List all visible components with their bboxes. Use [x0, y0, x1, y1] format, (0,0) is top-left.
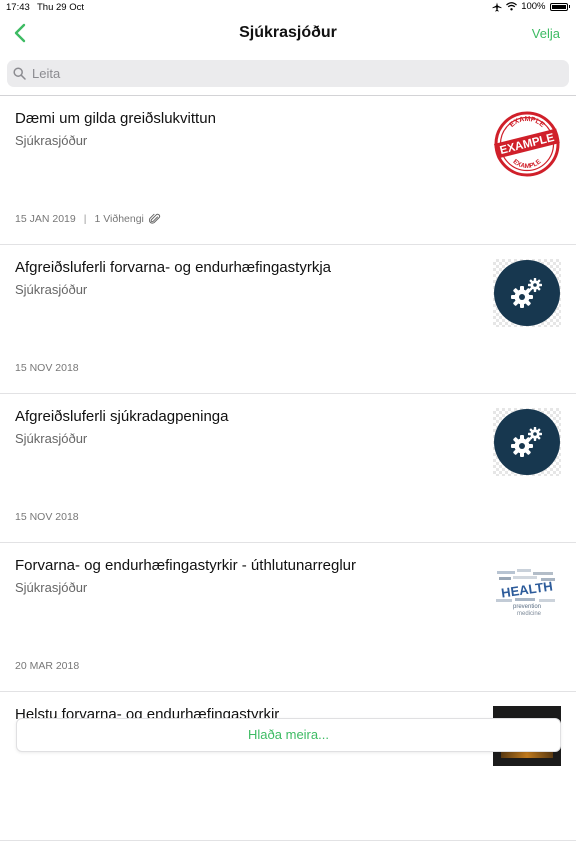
item-meta: 15 NOV 2018 [15, 362, 79, 374]
gears-icon [494, 260, 560, 326]
status-bar: 17:43 Thu 29 Oct 100% [0, 0, 576, 16]
health-word-cloud-image: HEALTH prevention medicine [496, 569, 555, 617]
item-title: Forvarna- og endurhæfingastyrkir - úthlu… [15, 557, 356, 574]
item-meta: 15 NOV 2018 [15, 511, 79, 523]
word-cloud-line-3: medicine [517, 611, 542, 617]
list-item[interactable]: Dæmi um gilda greiðslukvittun Sjúkrasjóð… [0, 96, 576, 245]
gears-icon [494, 409, 560, 475]
svg-text:EXAMPLE: EXAMPLE [508, 116, 545, 129]
example-stamp-image: EXAMPLE EXAMPLE EXAMPLE [494, 111, 560, 177]
search-bar[interactable] [7, 60, 569, 87]
select-button[interactable]: Velja [532, 26, 560, 41]
stamp-arc-top: EXAMPLE [508, 116, 545, 129]
item-thumbnail: EXAMPLE EXAMPLE EXAMPLE [493, 110, 561, 178]
item-thumbnail [493, 259, 561, 327]
item-date: 15 NOV 2018 [15, 362, 79, 374]
battery-percent: 100% [521, 1, 546, 12]
navigation-bar: Sjúkrasjóður Velja [0, 16, 576, 52]
item-thumbnail: HEALTH prevention medicine [493, 557, 561, 625]
item-subtitle: Sjúkrasjóður [15, 580, 88, 595]
page-title: Sjúkrasjóður [239, 24, 337, 41]
wifi-icon [506, 2, 518, 11]
item-date: 15 JAN 2019 [15, 213, 76, 225]
list-item[interactable]: Helstu forvarna- og endurhæfingastyrkir [0, 692, 576, 841]
list-item[interactable]: Afgreiðsluferli sjúkradagpeninga Sjúkras… [0, 394, 576, 543]
word-cloud-line-2: prevention [513, 604, 541, 610]
item-date: 15 NOV 2018 [15, 511, 79, 523]
item-subtitle: Sjúkrasjóður [15, 133, 88, 148]
item-thumbnail [493, 408, 561, 476]
status-date: Thu 29 Oct [37, 2, 84, 13]
list-item[interactable]: Afgreiðsluferli forvarna- og endurhæfing… [0, 245, 576, 394]
item-title: Afgreiðsluferli sjúkradagpeninga [15, 408, 229, 425]
battery-icon [549, 2, 568, 11]
item-meta: 20 MAR 2018 [15, 660, 79, 672]
search-input[interactable] [30, 65, 534, 82]
status-right: 100% [492, 1, 570, 12]
stamp-center: EXAMPLE [499, 132, 556, 157]
status-time: 17:43 [6, 2, 30, 13]
word-cloud-main: HEALTH [500, 578, 553, 600]
item-title: Afgreiðsluferli forvarna- og endurhæfing… [15, 259, 331, 276]
battery-tip [568, 5, 570, 8]
search-icon [13, 67, 26, 80]
meta-separator: | [83, 213, 87, 225]
item-attachments: 1 Viðhengi [94, 213, 144, 225]
list-item[interactable]: Forvarna- og endurhæfingastyrkir - úthlu… [0, 543, 576, 692]
airplane-icon [492, 2, 502, 11]
item-subtitle: Sjúkrasjóður [15, 431, 88, 446]
paperclip-icon [148, 213, 160, 224]
item-subtitle: Sjúkrasjóður [15, 282, 88, 297]
item-meta: 15 JAN 2019 | 1 Viðhengi [15, 213, 161, 225]
item-date: 20 MAR 2018 [15, 660, 80, 672]
item-title: Dæmi um gilda greiðslukvittun [15, 110, 216, 127]
load-more-button[interactable]: Hlaða meira... [16, 718, 561, 752]
